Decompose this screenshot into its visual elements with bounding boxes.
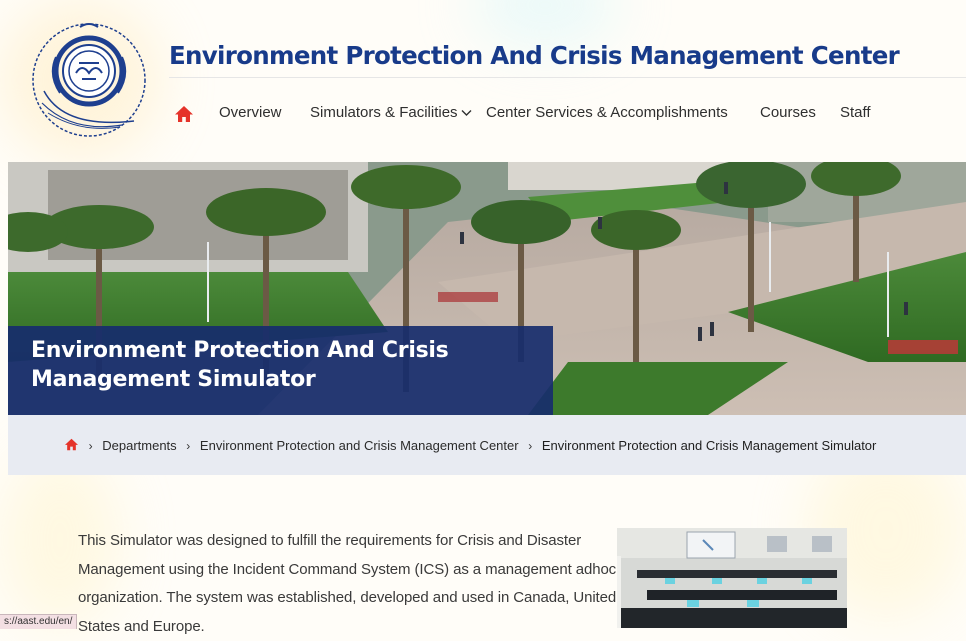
nav-item-courses[interactable]: Courses — [760, 104, 816, 121]
chevron-right-icon: › — [528, 438, 533, 453]
nav-item-staff[interactable]: Staff — [840, 104, 871, 121]
chevron-down-icon — [461, 104, 472, 121]
nav-item-overview[interactable]: Overview — [219, 104, 282, 121]
status-bar-url: s://aast.edu/en/ — [0, 614, 78, 629]
main-content: This Simulator was designed to fulfill t… — [78, 527, 623, 641]
divider — [169, 77, 966, 78]
hero-banner: Environment Protection And Crisis Manage… — [8, 162, 966, 415]
intro-paragraph: This Simulator was designed to fulfill t… — [78, 532, 617, 635]
site-title[interactable]: Environment Protection And Crisis Manage… — [169, 41, 900, 70]
breadcrumb-item-center[interactable]: Environment Protection and Crisis Manage… — [200, 438, 519, 453]
site-header: Environment Protection And Crisis Manage… — [0, 0, 966, 158]
aast-emblem-icon[interactable] — [30, 21, 148, 139]
simulator-room-photo — [617, 528, 847, 628]
hero-title-panel: Environment Protection And Crisis Manage… — [8, 326, 553, 415]
nav-item-label: Simulators & Facilities — [310, 104, 458, 121]
home-icon[interactable] — [174, 105, 194, 123]
nav-item-center-services[interactable]: Center Services & Accomplishments — [486, 104, 728, 121]
breadcrumb-current: Environment Protection and Crisis Manage… — [541, 438, 877, 454]
home-icon[interactable] — [64, 438, 83, 453]
chevron-right-icon: › — [186, 438, 191, 453]
nav-item-simulators-facilities[interactable]: Simulators & Facilities — [310, 104, 472, 121]
page-title: Environment Protection And Crisis Manage… — [31, 338, 449, 392]
chevron-right-icon: › — [88, 438, 93, 453]
breadcrumb-item-departments[interactable]: Departments — [102, 438, 176, 453]
breadcrumb: › Departments › Environment Protection a… — [8, 415, 966, 475]
